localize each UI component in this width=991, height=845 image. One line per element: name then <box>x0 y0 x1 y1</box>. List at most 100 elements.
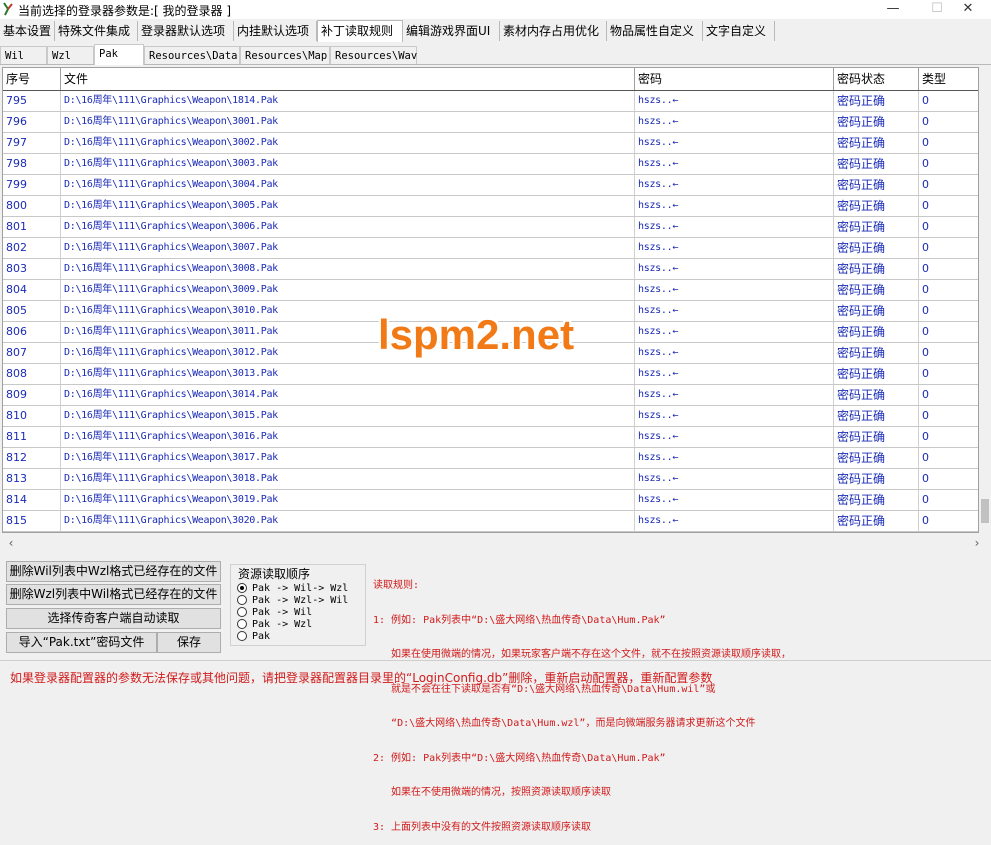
table-row[interactable]: 811 D:\16周年\111\Graphics\Weapon\3016.Pak h… <box>3 427 978 448</box>
cell-type: 0 <box>922 493 929 506</box>
main-tab-strip: 基本设置 特殊文件集成 登录器默认选项 内挂默认选项 补丁读取规则 编辑游戏界面… <box>0 20 991 42</box>
col-header-password[interactable]: 密码 <box>635 68 834 90</box>
cell-password-status: 密码正确 <box>834 154 919 174</box>
cell-index: 802 <box>3 238 61 258</box>
table-row[interactable]: 812 D:\16周年\111\Graphics\Weapon\3017.Pak h… <box>3 448 978 469</box>
table-row[interactable]: 808 D:\16周年\111\Graphics\Weapon\3013.Pak h… <box>3 364 978 385</box>
subtab-wzl[interactable]: Wzl <box>47 46 94 64</box>
radio-icon[interactable] <box>237 607 247 617</box>
cell-password: hszs..← <box>635 490 834 510</box>
cell-password: hszs..← <box>635 238 834 258</box>
cell-password: hszs..← <box>635 427 834 447</box>
cell-password-status: 密码正确 <box>834 385 919 405</box>
cell-password: hszs..← <box>635 364 834 384</box>
cell-type: 0 <box>922 220 929 233</box>
cell-index: 797 <box>3 133 61 153</box>
radio-icon[interactable] <box>237 619 247 629</box>
col-header-index[interactable]: 序号 <box>3 68 61 90</box>
table-row[interactable]: 809 D:\16周年\111\Graphics\Weapon\3014.Pak h… <box>3 385 978 406</box>
col-header-file[interactable]: 文件 <box>61 68 635 90</box>
cell-password: hszs..← <box>635 343 834 363</box>
horizontal-scrollbar[interactable]: ‹ › <box>2 534 991 552</box>
subtab-wil[interactable]: Wil <box>0 46 47 64</box>
subtab-resources-map[interactable]: Resources\Map <box>240 46 330 64</box>
radio-icon[interactable] <box>237 595 247 605</box>
cell-type: 0 <box>922 451 929 464</box>
table-row[interactable]: 805 D:\16周年\111\Graphics\Weapon\3010.Pak h… <box>3 301 978 322</box>
cell-password-status: 密码正确 <box>834 364 919 384</box>
table-row[interactable]: 807 D:\16周年\111\Graphics\Weapon\3012.Pak h… <box>3 343 978 364</box>
table-row[interactable]: 796 D:\16周年\111\Graphics\Weapon\3001.Pak h… <box>3 112 978 133</box>
subtab-resources-data[interactable]: Resources\Data <box>144 46 240 64</box>
rules-line: 2: 例如: Pak列表中“D:\盛大网络\热血传奇\Data\Hum.Pak” <box>373 752 666 764</box>
close-button[interactable]: ✕ <box>945 0 991 19</box>
scroll-right-icon[interactable]: › <box>970 534 984 552</box>
tab-patch-rules[interactable]: 补丁读取规则 <box>317 20 403 42</box>
tab-text-custom[interactable]: 文字自定义 <box>703 21 775 41</box>
pak-file-table[interactable]: 序号 文件 密码 密码状态 类型 795 D:\16周年\111\Graphics… <box>2 67 979 533</box>
cell-index: 799 <box>3 175 61 195</box>
cell-file-path: D:\16周年\111\Graphics\Weapon\3003.Pak <box>61 154 635 174</box>
cell-type: 0 <box>922 346 929 359</box>
cell-password-status: 密码正确 <box>834 448 919 468</box>
save-button[interactable]: 保存 <box>157 632 221 653</box>
col-header-type[interactable]: 类型 <box>919 68 978 90</box>
table-row[interactable]: 815 D:\16周年\111\Graphics\Weapon\3020.Pak h… <box>3 511 978 532</box>
cell-index: 803 <box>3 259 61 279</box>
cell-type: 0 <box>922 430 929 443</box>
col-header-password-status[interactable]: 密码状态 <box>834 68 919 90</box>
delete-wil-dup-button[interactable]: 删除Wil列表中Wzl格式已经存在的文件 <box>6 561 221 582</box>
cell-type: 0 <box>922 94 929 107</box>
cell-index: 804 <box>3 280 61 300</box>
cell-file-path: D:\16周年\111\Graphics\Weapon\3013.Pak <box>61 364 635 384</box>
cell-type: 0 <box>922 157 929 170</box>
cell-file-path: D:\16周年\111\Graphics\Weapon\3018.Pak <box>61 469 635 489</box>
tab-login-defaults[interactable]: 登录器默认选项 <box>138 21 234 41</box>
table-row[interactable]: 803 D:\16周年\111\Graphics\Weapon\3008.Pak h… <box>3 259 978 280</box>
table-row[interactable]: 813 D:\16周年\111\Graphics\Weapon\3018.Pak h… <box>3 469 978 490</box>
table-row[interactable]: 797 D:\16周年\111\Graphics\Weapon\3002.Pak h… <box>3 133 978 154</box>
minimize-button[interactable]: — <box>870 0 916 19</box>
table-row[interactable]: 804 D:\16周年\111\Graphics\Weapon\3009.Pak h… <box>3 280 978 301</box>
cell-index: 795 <box>3 91 61 111</box>
table-row[interactable]: 814 D:\16周年\111\Graphics\Weapon\3019.Pak h… <box>3 490 978 511</box>
cell-file-path: D:\16周年\111\Graphics\Weapon\3016.Pak <box>61 427 635 447</box>
cell-password-status: 密码正确 <box>834 427 919 447</box>
radio-icon[interactable] <box>237 631 247 641</box>
table-row[interactable]: 799 D:\16周年\111\Graphics\Weapon\3004.Pak h… <box>3 175 978 196</box>
tab-item-attributes[interactable]: 物品属性自定义 <box>607 21 703 41</box>
cell-file-path: D:\16周年\111\Graphics\Weapon\3004.Pak <box>61 175 635 195</box>
subtab-resources-wav[interactable]: Resources\Wav <box>330 46 417 64</box>
subtab-pak[interactable]: Pak <box>94 44 144 65</box>
table-row[interactable]: 810 D:\16周年\111\Graphics\Weapon\3015.Pak h… <box>3 406 978 427</box>
cell-type: 0 <box>922 115 929 128</box>
cell-password: hszs..← <box>635 91 834 111</box>
cell-password-status: 密码正确 <box>834 112 919 132</box>
table-row[interactable]: 802 D:\16周年\111\Graphics\Weapon\3007.Pak h… <box>3 238 978 259</box>
table-row[interactable]: 806 D:\16周年\111\Graphics\Weapon\3011.Pak h… <box>3 322 978 343</box>
cell-index: 807 <box>3 343 61 363</box>
select-client-button[interactable]: 选择传奇客户端自动读取 <box>6 608 221 629</box>
radio-icon[interactable] <box>237 583 247 593</box>
cell-password-status: 密码正确 <box>834 238 919 258</box>
tab-plugin-defaults[interactable]: 内挂默认选项 <box>234 21 317 41</box>
cell-password-status: 密码正确 <box>834 280 919 300</box>
rules-line: 1: 例如: Pak列表中“D:\盛大网络\热血传奇\Data\Hum.Pak” <box>373 614 666 626</box>
cell-index: 811 <box>3 427 61 447</box>
table-row[interactable]: 795 D:\16周年\111\Graphics\Weapon\1814.Pak h… <box>3 91 978 112</box>
tab-memory-optimize[interactable]: 素材内存占用优化 <box>500 21 607 41</box>
cell-file-path: D:\16周年\111\Graphics\Weapon\3007.Pak <box>61 238 635 258</box>
tab-edit-ui[interactable]: 编辑游戏界面UI <box>403 21 500 41</box>
cell-index: 813 <box>3 469 61 489</box>
vertical-scrollbar[interactable] <box>979 67 991 533</box>
table-row[interactable]: 800 D:\16周年\111\Graphics\Weapon\3005.Pak h… <box>3 196 978 217</box>
table-row[interactable]: 801 D:\16周年\111\Graphics\Weapon\3006.Pak h… <box>3 217 978 238</box>
scroll-left-icon[interactable]: ‹ <box>4 534 18 552</box>
tab-special-files[interactable]: 特殊文件集成 <box>55 21 138 41</box>
table-row[interactable]: 798 D:\16周年\111\Graphics\Weapon\3003.Pak h… <box>3 154 978 175</box>
import-pak-password-button[interactable]: 导入“Pak.txt”密码文件 <box>6 632 157 653</box>
delete-wzl-dup-button[interactable]: 删除Wzl列表中Wil格式已经存在的文件 <box>6 584 221 605</box>
vertical-scroll-thumb[interactable] <box>981 499 989 523</box>
tab-basic-settings[interactable]: 基本设置 <box>0 21 55 41</box>
cell-index: 805 <box>3 301 61 321</box>
